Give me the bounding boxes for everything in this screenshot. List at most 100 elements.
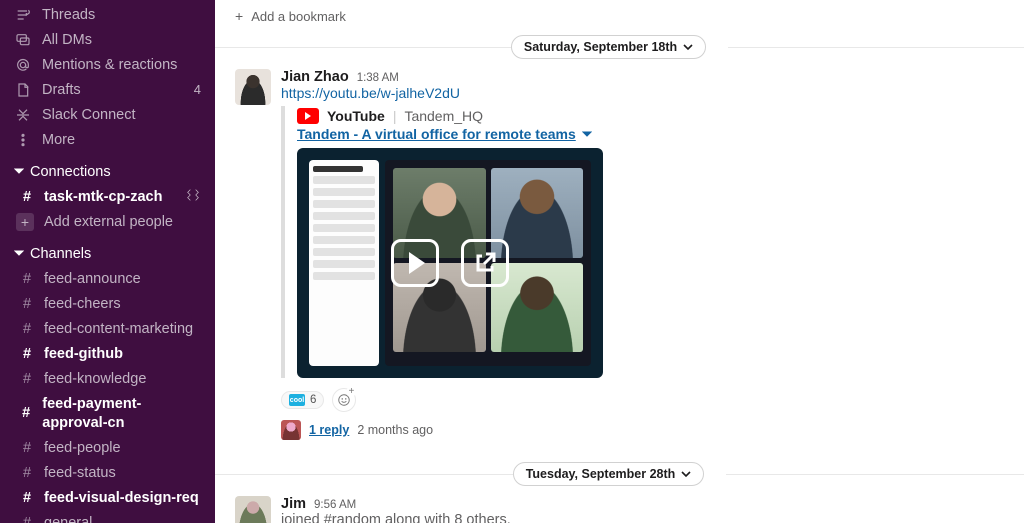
message-list: Saturday, September 18th Jian Zhao 1:38 … <box>215 33 1024 523</box>
add-external-people[interactable]: + Add external people <box>0 210 215 235</box>
hash-icon: # <box>20 270 34 288</box>
nav-label: More <box>42 131 75 149</box>
channel-label: feed-status <box>44 464 116 482</box>
message-author[interactable]: Jim <box>281 496 306 512</box>
date-divider[interactable]: Saturday, September 18th <box>511 35 706 59</box>
hash-icon: # <box>20 188 34 206</box>
channel-label: feed-content-marketing <box>44 320 193 338</box>
nav-label: All DMs <box>42 31 92 49</box>
hash-icon: # <box>20 404 32 422</box>
channel-feed-content-marketing[interactable]: # feed-content-marketing <box>0 317 215 342</box>
section-connections-header[interactable]: Connections <box>0 153 215 185</box>
plus-icon: + <box>235 8 243 24</box>
more-icon <box>14 132 32 148</box>
message-link[interactable]: https://youtu.be/w-jalheV2dU <box>281 85 460 101</box>
hash-icon: # <box>20 464 34 482</box>
hash-icon: # <box>20 489 34 507</box>
nav-more[interactable]: More <box>0 128 215 153</box>
channel-label: feed-visual-design-req <box>44 489 199 507</box>
date-label: Saturday, September 18th <box>524 40 677 54</box>
section-connections-label: Connections <box>30 163 111 181</box>
caret-down-icon <box>14 245 24 263</box>
channel-feed-people[interactable]: # feed-people <box>0 435 215 460</box>
nav-label: Slack Connect <box>42 106 136 124</box>
connection-label: task-mtk-cp-zach <box>44 188 162 206</box>
channel-label: feed-github <box>44 345 123 363</box>
thread-replies-link[interactable]: 1 reply <box>309 423 349 437</box>
attachment-source: YouTube <box>327 108 385 124</box>
main: + Add a bookmark Saturday, September 18t… <box>215 0 1024 523</box>
nav-label: Drafts <box>42 81 81 99</box>
drafts-icon <box>14 82 32 98</box>
add-reaction-button[interactable] <box>332 388 356 412</box>
channel-feed-github[interactable]: # feed-github <box>0 342 215 367</box>
hash-icon: # <box>20 439 34 457</box>
attachment-title: Tandem - A virtual office for remote tea… <box>297 126 576 142</box>
add-bookmark-button[interactable]: Add a bookmark <box>251 9 346 24</box>
channel-label: feed-knowledge <box>44 370 146 388</box>
channel-label: general <box>44 514 92 523</box>
connection-task-mtk-cp-zach[interactable]: # task-mtk-cp-zach <box>0 184 215 209</box>
nav-label: Mentions & reactions <box>42 56 177 74</box>
cool-emoji-icon: cool <box>289 394 305 406</box>
section-channels-label: Channels <box>30 245 91 263</box>
message-author[interactable]: Jian Zhao <box>281 69 349 85</box>
thread-last-reply-time: 2 months ago <box>357 423 433 437</box>
hash-icon: # <box>20 320 34 338</box>
caret-down-icon <box>582 129 592 139</box>
channel-label: feed-cheers <box>44 295 121 313</box>
channel-label: feed-payment-approval-cn <box>42 395 201 431</box>
channel-label: feed-people <box>44 439 121 457</box>
open-external-icon[interactable] <box>461 239 509 287</box>
chevron-down-icon <box>683 42 693 52</box>
avatar[interactable] <box>235 496 271 523</box>
message-time: 1:38 AM <box>357 72 399 84</box>
play-icon[interactable] <box>391 239 439 287</box>
attachment-title-link[interactable]: Tandem - A virtual office for remote tea… <box>297 125 592 148</box>
section-channels-header[interactable]: Channels <box>0 235 215 267</box>
reaction-count: 6 <box>310 394 316 406</box>
nav-label: Threads <box>42 6 95 24</box>
nav-threads[interactable]: Threads <box>0 2 215 27</box>
video-preview[interactable] <box>297 148 603 378</box>
threads-icon <box>14 7 32 23</box>
message: Jim 9:56 AM joined #random along with 8 … <box>215 490 1024 523</box>
message-time: 9:56 AM <box>314 499 356 511</box>
link-attachment: YouTube | Tandem_HQ Tandem - A virtual o… <box>281 106 841 378</box>
channel-label: feed-announce <box>44 270 141 288</box>
youtube-icon <box>297 108 319 124</box>
nav-mentions[interactable]: Mentions & reactions <box>0 52 215 77</box>
system-message: joined #random along with 8 others. <box>281 512 1004 523</box>
nav-all-dms[interactable]: All DMs <box>0 27 215 52</box>
reaction[interactable]: cool 6 <box>281 391 324 409</box>
caret-down-icon <box>14 163 24 181</box>
channel-general[interactable]: # general <box>0 511 215 523</box>
date-divider[interactable]: Tuesday, September 28th <box>513 462 705 486</box>
badge-count: 4 <box>194 82 201 98</box>
channel-feed-cheers[interactable]: # feed-cheers <box>0 291 215 316</box>
shared-channel-icon <box>185 188 201 206</box>
chevron-down-icon <box>681 469 691 479</box>
hash-icon: # <box>20 514 34 523</box>
channel-mention[interactable]: #random <box>324 512 381 523</box>
channel-feed-announce[interactable]: # feed-announce <box>0 266 215 291</box>
dms-icon <box>14 32 32 48</box>
attachment-channel: Tandem_HQ <box>404 108 483 124</box>
channel-feed-knowledge[interactable]: # feed-knowledge <box>0 367 215 392</box>
hash-icon: # <box>20 370 34 388</box>
message: Jian Zhao 1:38 AM https://youtu.be/w-jal… <box>215 63 1024 448</box>
avatar[interactable] <box>235 69 271 105</box>
add-external-people-label: Add external people <box>44 213 173 231</box>
avatar[interactable] <box>281 420 301 440</box>
channel-feed-visual-design-req[interactable]: # feed-visual-design-req <box>0 485 215 510</box>
date-label: Tuesday, September 28th <box>526 467 676 481</box>
channel-feed-payment-approval-cn[interactable]: # feed-payment-approval-cn <box>0 392 215 435</box>
connect-icon <box>14 107 32 123</box>
hash-icon: # <box>20 295 34 313</box>
nav-slack-connect[interactable]: Slack Connect <box>0 103 215 128</box>
hash-icon: # <box>20 345 34 363</box>
channel-feed-status[interactable]: # feed-status <box>0 460 215 485</box>
plus-icon: + <box>16 213 34 231</box>
nav-drafts[interactable]: Drafts 4 <box>0 77 215 102</box>
sidebar: Threads All DMs Mentions & reactions Drafts… <box>0 0 215 523</box>
